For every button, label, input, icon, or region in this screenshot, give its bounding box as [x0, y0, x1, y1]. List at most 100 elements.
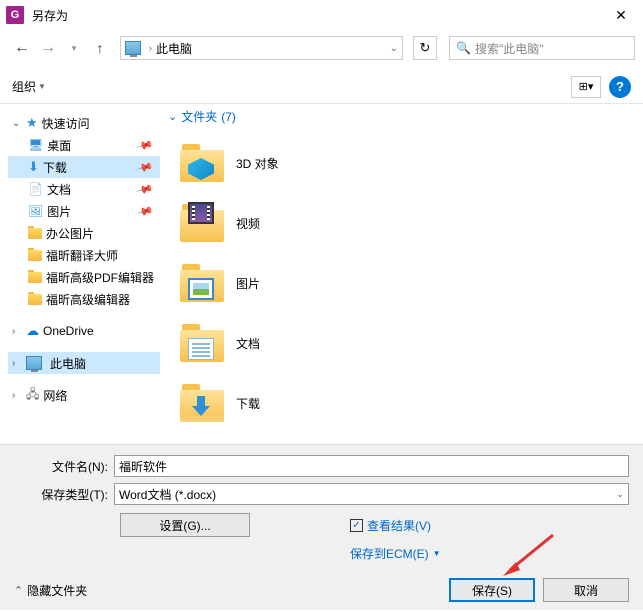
sidebar-item-documents[interactable]: 📄 文档 📌 [8, 178, 160, 200]
network-icon: 🖧 [26, 385, 39, 406]
filename-label: 文件名(N): [14, 458, 114, 475]
filetype-label: 保存类型(T): [14, 486, 114, 503]
main: ⌄ ★ 快速访问 🖥 桌面 📌 ⬇ 下载 📌 📄 文档 📌 🖼 图片 📌 办公图… [0, 104, 643, 444]
cancel-label: 取消 [574, 582, 598, 599]
item-label: 图片 [236, 275, 260, 292]
filename-input[interactable] [114, 455, 629, 477]
save-button[interactable]: 保存(S) [449, 578, 535, 602]
sidebar-item-folder[interactable]: 福昕高级编辑器 [8, 288, 160, 310]
sidebar-item-label: OneDrive [43, 324, 94, 338]
content: ⌄ 文件夹 (7) 3D 对象 视频 图片 文档 下载 音乐 [160, 104, 643, 444]
item-label: 3D 对象 [236, 155, 279, 172]
sidebar-item-desktop[interactable]: 🖥 桌面 📌 [8, 134, 160, 156]
view-result-checkbox[interactable]: ✓ 查看结果(V) [350, 517, 431, 534]
expand-icon[interactable]: › [12, 390, 22, 401]
list-item[interactable]: 文档 [168, 313, 643, 373]
sidebar-item-folder[interactable]: 福昕高级PDF编辑器 [8, 266, 160, 288]
expand-icon[interactable]: › [12, 358, 22, 369]
form-area: 文件名(N): 保存类型(T): Word文档 (*.docx) ⌄ 设置(G)… [0, 444, 643, 570]
back-button[interactable]: ← [12, 38, 32, 58]
settings-button[interactable]: 设置(G)... [120, 513, 250, 537]
sidebar-item-label: 福昕高级编辑器 [46, 291, 130, 308]
folder-icon [180, 324, 224, 362]
search-placeholder: 搜索"此电脑" [475, 40, 544, 57]
list-item[interactable]: 3D 对象 [168, 133, 643, 193]
document-icon: 📄 [28, 182, 43, 196]
sidebar-thispc[interactable]: › 此电脑 [8, 352, 160, 374]
refresh-button[interactable]: ↻ [413, 36, 437, 60]
pin-icon: 📌 [136, 202, 154, 220]
sidebar-network[interactable]: › 🖧 网络 [8, 384, 160, 406]
sidebar-item-folder[interactable]: 办公图片 [8, 222, 160, 244]
folder-icon [180, 204, 224, 242]
sidebar-item-folder[interactable]: 福昕翻译大师 [8, 244, 160, 266]
titlebar: G 另存为 ✕ [0, 0, 643, 30]
up-button[interactable]: ↑ [90, 38, 110, 58]
chevron-down-icon: ▼ [38, 82, 46, 91]
sidebar-item-label: 办公图片 [46, 225, 94, 242]
filetype-value: Word文档 (*.docx) [119, 486, 216, 503]
sidebar-quick-access[interactable]: ⌄ ★ 快速访问 [8, 112, 160, 134]
chevron-down-icon[interactable]: ⌄ [390, 43, 398, 54]
folder-icon [28, 272, 42, 283]
section-label: 文件夹 [181, 108, 217, 125]
chevron-right-icon: › [149, 43, 152, 53]
save-to-ecm[interactable]: 保存到ECM(E) ▼ [350, 545, 629, 562]
checkbox-icon: ✓ [350, 519, 363, 532]
save-label: 保存(S) [472, 582, 512, 599]
view-button[interactable]: ⊞▾ [571, 76, 601, 98]
sidebar: ⌄ ★ 快速访问 🖥 桌面 📌 ⬇ 下载 📌 📄 文档 📌 🖼 图片 📌 办公图… [0, 104, 160, 444]
path-box[interactable]: › 此电脑 ⌄ [120, 36, 403, 60]
footer: ⌃ 隐藏文件夹 保存(S) 取消 [0, 570, 643, 610]
expand-icon[interactable]: › [12, 326, 22, 337]
pc-icon [125, 41, 141, 55]
folder-icon [28, 294, 42, 305]
title: 另存为 [32, 7, 68, 24]
navbar: ← → ▾ ↑ › 此电脑 ⌄ ↻ 🔍 搜索"此电脑" [0, 30, 643, 66]
folder-icon [28, 250, 42, 261]
search-input[interactable]: 🔍 搜索"此电脑" [449, 36, 635, 60]
toolbar: 组织 ▼ ⊞▾ ? [0, 70, 643, 104]
sidebar-item-label: 福昕高级PDF编辑器 [46, 269, 154, 286]
hide-folders-button[interactable]: 隐藏文件夹 [27, 582, 87, 599]
list-item[interactable]: 视频 [168, 193, 643, 253]
app-icon: G [6, 6, 24, 24]
filetype-combo[interactable]: Word文档 (*.docx) ⌄ [114, 483, 629, 505]
expand-icon[interactable]: ⌃ [14, 584, 23, 597]
sidebar-item-label: 网络 [43, 387, 67, 404]
item-label: 视频 [236, 215, 260, 232]
checkbox-label: 查看结果(V) [367, 517, 431, 534]
star-icon: ★ [26, 115, 38, 131]
item-label: 文档 [236, 335, 260, 352]
cloud-icon: ☁ [26, 323, 39, 339]
help-button[interactable]: ? [609, 76, 631, 98]
sidebar-item-label: 福昕翻译大师 [46, 247, 118, 264]
forward-button[interactable]: → [38, 38, 58, 58]
sidebar-item-label: 此电脑 [50, 355, 86, 372]
download-icon: ⬇ [28, 159, 39, 175]
search-icon: 🔍 [456, 41, 471, 55]
sidebar-item-downloads[interactable]: ⬇ 下载 📌 [8, 156, 160, 178]
pin-icon: 📌 [136, 136, 154, 154]
chevron-down-icon: ▼ [433, 549, 441, 558]
sidebar-item-label: 桌面 [47, 137, 71, 154]
folder-icon [180, 144, 224, 182]
organize-button[interactable]: 组织 ▼ [12, 78, 46, 95]
folder-icon [180, 264, 224, 302]
view-icon: ⊞▾ [579, 80, 594, 93]
close-button[interactable]: ✕ [599, 0, 643, 30]
sidebar-onedrive[interactable]: › ☁ OneDrive [8, 320, 160, 342]
section-header[interactable]: ⌄ 文件夹 (7) [168, 108, 643, 125]
list-item[interactable]: 图片 [168, 253, 643, 313]
item-label: 下载 [236, 395, 260, 412]
recent-dropdown[interactable]: ▾ [64, 38, 84, 58]
desktop-icon: 🖥 [28, 138, 43, 152]
chevron-down-icon: ⌄ [616, 489, 624, 500]
ecm-label: 保存到ECM(E) [350, 545, 429, 562]
collapse-icon[interactable]: ⌄ [168, 110, 177, 123]
section-count: (7) [221, 110, 236, 124]
cancel-button[interactable]: 取消 [543, 578, 629, 602]
pc-icon [26, 356, 42, 370]
sidebar-item-pictures[interactable]: 🖼 图片 📌 [8, 200, 160, 222]
collapse-icon[interactable]: ⌄ [12, 118, 22, 129]
